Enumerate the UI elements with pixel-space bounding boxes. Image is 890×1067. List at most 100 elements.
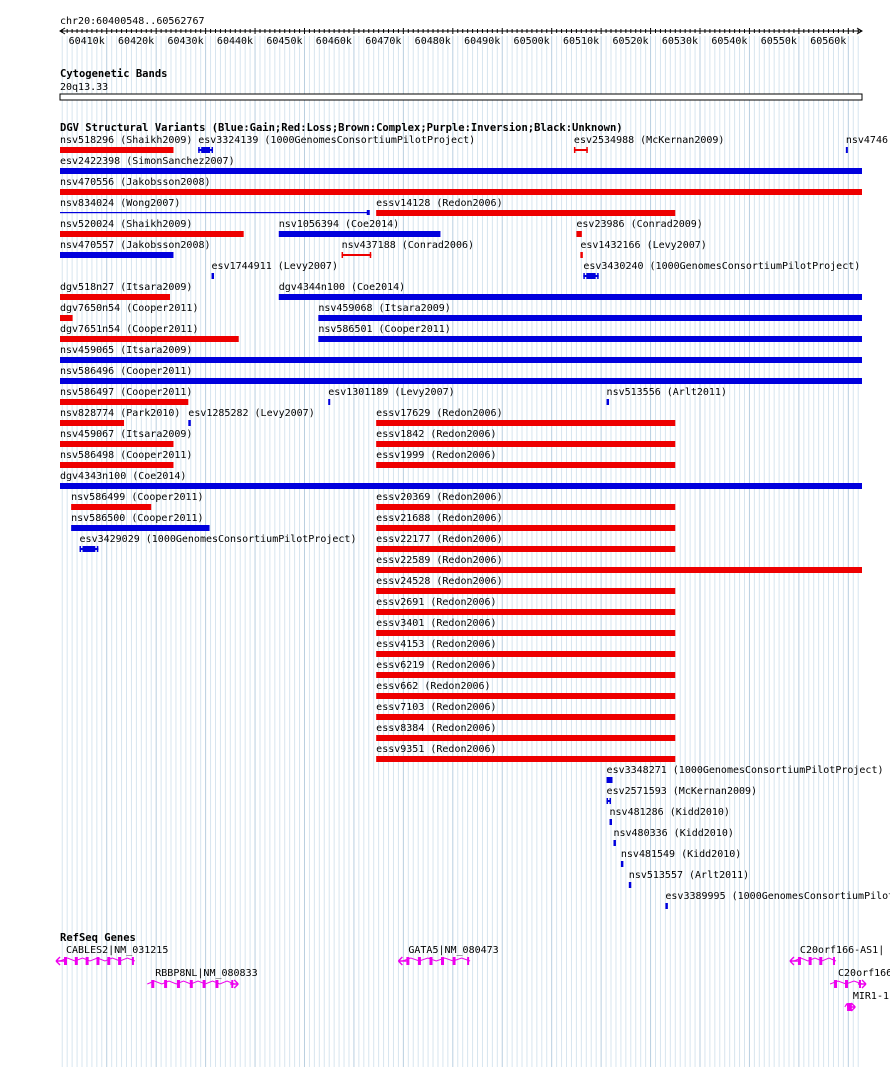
dgv-feature-bar — [606, 399, 610, 405]
refseq-gene: RBBP8NL|NM_080833 — [147, 968, 258, 989]
dgv-feature-label: essv9351 (Redon2006) — [376, 744, 496, 755]
gene-exon — [808, 957, 812, 965]
dgv-feature: nsv459067 (Itsara2009) — [60, 429, 192, 447]
dgv-feature-label: esv3348271 (1000GenomesConsortiumPilotPr… — [607, 765, 884, 776]
dgv-feature-bar — [60, 378, 862, 384]
ruler-tick-label: 60460k — [316, 36, 352, 47]
dgv-feature-end — [366, 210, 370, 215]
gene-exon — [406, 957, 410, 965]
dgv-feature-bar — [376, 651, 676, 657]
dgv-feature-bar — [60, 168, 862, 174]
dgv-feature-box — [201, 147, 211, 153]
dgv-feature-end — [573, 147, 576, 153]
ruler-tick-label: 60560k — [810, 36, 846, 47]
dgv-feature-label: essv21688 (Redon2006) — [376, 513, 502, 524]
dgv-feature-bar — [278, 294, 863, 300]
dgv-feature-label: nsv459067 (Itsara2009) — [60, 429, 192, 440]
gene-exon — [85, 957, 89, 965]
dgv-feature-bar — [606, 777, 613, 783]
dgv-feature-bar — [376, 210, 676, 216]
gene-exon — [467, 957, 470, 965]
dgv-feature-label: essv22177 (Redon2006) — [376, 534, 502, 545]
dgv-feature-bar — [620, 861, 624, 867]
dgv-feature-label: nsv828774 (Park2010) — [60, 408, 180, 419]
dgv-feature-bar — [318, 336, 862, 342]
dgv-feature: nsv513556 (Arlt2011) — [606, 387, 727, 405]
dgv-feature-bar — [60, 420, 125, 426]
dgv-feature: nsv586501 (Cooper2011) — [318, 324, 862, 342]
dgv-feature-bar — [60, 441, 174, 447]
dgv-feature-label: essv3401 (Redon2006) — [376, 618, 496, 629]
dgv-feature-bar — [318, 315, 862, 321]
dgv-feature-label: essv4153 (Redon2006) — [376, 639, 496, 650]
ruler-tick-label: 60510k — [563, 36, 599, 47]
cytoband-bar — [59, 93, 863, 101]
dgv-feature-label: dgv7650n54 (Cooper2011) — [60, 303, 198, 314]
gene-exon — [164, 980, 168, 988]
gene-exon — [215, 980, 219, 988]
dgv-feature: dgv518n27 (Itsara2009) — [60, 282, 192, 300]
dgv-track: nsv518296 (Shaikh2009) esv3324139 (1000Ge… — [60, 135, 890, 909]
dgv-feature: esv3389995 (1000GenomesConsortiumPilotPr… — [665, 891, 890, 909]
gene-exon — [96, 957, 100, 965]
dgv-feature: nsv481549 (Kidd2010) — [620, 849, 741, 867]
dgv-feature-label: esv2534988 (McKernan2009) — [574, 135, 725, 146]
dgv-feature-bar — [60, 336, 239, 342]
dgv-feature-label: dgv4344n100 (Coe2014) — [279, 282, 405, 293]
dgv-feature-label: nsv518296 (Shaikh2009) — [60, 135, 192, 146]
dgv-feature: esv3348271 (1000GenomesConsortiumPilotPr… — [606, 765, 884, 783]
gene-exon — [74, 957, 78, 965]
dgv-feature-line — [60, 212, 369, 214]
dgv-feature-label: nsv586499 (Cooper2011) — [71, 492, 203, 503]
dgv-feature: nsv459065 (Itsara2009) — [60, 345, 862, 363]
dgv-feature-end — [606, 798, 609, 804]
dgv-feature-label: esv1432166 (Levy2007) — [580, 240, 706, 251]
dgv-feature-bar — [376, 735, 676, 741]
coordinate-ruler: 60410k 60420k 60430k 60440k 60450k 60460k 6047… — [59, 27, 863, 47]
dgv-feature-label: essv20369 (Redon2006) — [376, 492, 502, 503]
dgv-feature-label: essv1999 (Redon2006) — [376, 450, 496, 461]
dgv-feature-label: dgv7651n54 (Cooper2011) — [60, 324, 198, 335]
ruler-tick-label: 60470k — [365, 36, 401, 47]
dgv-feature-label: essv17629 (Redon2006) — [376, 408, 502, 419]
dgv-feature: esv2422398 (SimonSanchez2007) — [60, 156, 862, 174]
dgv-feature-bar — [328, 399, 331, 405]
dgv-feature-bar — [376, 567, 862, 573]
dgv-feature-bar — [613, 840, 616, 846]
dgv-feature-label: esv3430240 (1000GenomesConsortiumPilotPr… — [583, 261, 860, 272]
dgv-feature-bar — [376, 420, 676, 426]
dgv-feature-bar — [845, 147, 848, 153]
gene-label: CABLES2|NM_031215 — [66, 945, 168, 956]
gene-label: GATA5|NM_080473 — [408, 945, 498, 956]
dgv-feature-end — [583, 273, 585, 279]
dgv-feature-label: nsv586500 (Cooper2011) — [71, 513, 203, 524]
dgv-feature-bar — [278, 231, 441, 237]
dgv-feature: esv1301189 (Levy2007) — [328, 387, 455, 405]
gene-exon — [834, 980, 838, 988]
dgv-feature-label: nsv834024 (Wong2007) — [60, 198, 180, 209]
dgv-feature-label: esv3429029 (1000GenomesConsortiumPilotPr… — [80, 534, 357, 545]
strand-arrow — [55, 956, 64, 966]
dgv-feature-label: essv6219 (Redon2006) — [376, 660, 496, 671]
ruler-tick-label: 60500k — [514, 36, 550, 47]
dgv-feature-label: nsv470557 (Jakobsson2008) — [60, 240, 211, 251]
dgv-feature: dgv7651n54 (Cooper2011) — [60, 324, 239, 342]
dgv-feature: nsv586499 (Cooper2011) — [71, 492, 204, 510]
gene-label: MIR1-1 — [853, 991, 889, 1002]
dgv-feature-label: esv2422398 (SimonSanchez2007) — [60, 156, 235, 167]
dgv-feature-label: essv7103 (Redon2006) — [376, 702, 496, 713]
gene-exon — [832, 957, 835, 965]
dgv-feature-label: essv14128 (Redon2006) — [376, 198, 502, 209]
ruler-tick-label: 60410k — [69, 36, 105, 47]
dgv-feature-label: esv1301189 (Levy2007) — [328, 387, 454, 398]
dgv-feature-label: essv22589 (Redon2006) — [376, 555, 502, 566]
gene-label: RBBP8NL|NM_080833 — [155, 968, 257, 979]
ruler-tick-label: 60550k — [761, 36, 797, 47]
dgv-feature: nsv586497 (Cooper2011) — [60, 387, 192, 405]
ruler-tick-label: 60490k — [464, 36, 500, 47]
dgv-feature: nsv520024 (Shaikh2009) — [60, 219, 244, 237]
dgv-feature-label: nsv470556 (Jakobsson2008) — [60, 177, 211, 188]
dgv-feature-bar — [60, 399, 189, 405]
dgv-feature-end — [597, 273, 599, 279]
gene-label: C20orf166-AS1| — [800, 945, 884, 956]
